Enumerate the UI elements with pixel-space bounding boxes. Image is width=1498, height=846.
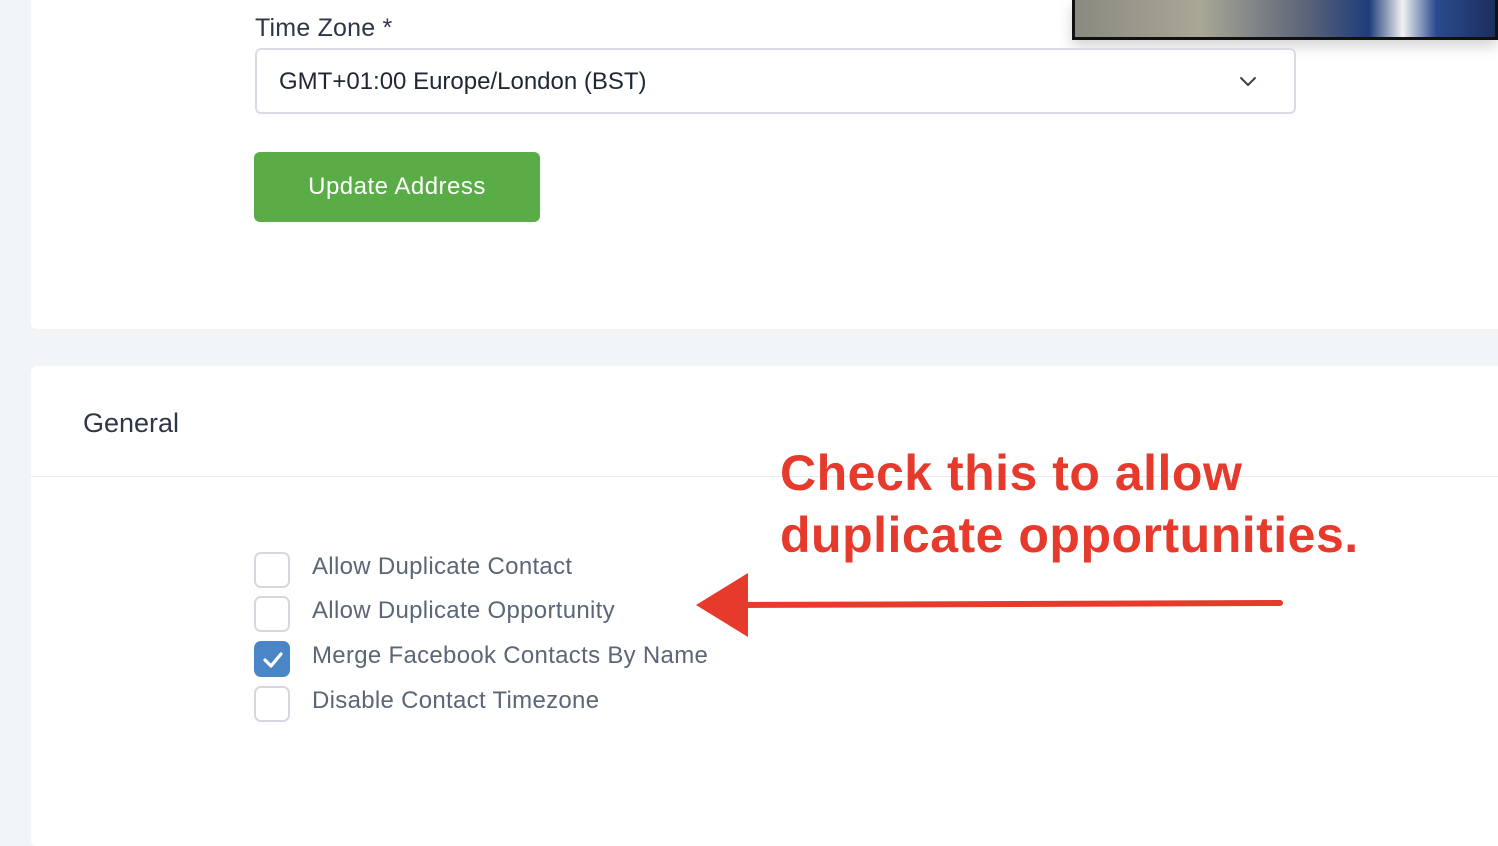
chevron-down-icon [1240, 77, 1256, 86]
allow-duplicate-opportunity-checkbox[interactable] [254, 596, 290, 632]
timezone-selected-value: GMT+01:00 Europe/London (BST) [279, 68, 647, 95]
allow-duplicate-opportunity-label: Allow Duplicate Opportunity [312, 597, 615, 624]
annotation-callout-text: Check this to allow duplicate opportunit… [780, 445, 1359, 563]
timezone-label: Time Zone * [255, 14, 393, 42]
checkmark-icon [263, 652, 283, 668]
allow-duplicate-contact-checkbox[interactable] [254, 552, 290, 588]
allow-duplicate-contact-label: Allow Duplicate Contact [312, 553, 573, 580]
merge-facebook-contacts-checkbox[interactable] [254, 641, 290, 677]
timezone-select[interactable]: GMT+01:00 Europe/London (BST) [255, 48, 1296, 114]
disable-contact-timezone-checkbox[interactable] [254, 686, 290, 722]
video-thumbnail [1072, 0, 1498, 40]
disable-contact-timezone-label: Disable Contact Timezone [312, 687, 600, 714]
merge-facebook-contacts-label: Merge Facebook Contacts By Name [312, 642, 709, 669]
annotation-arrow-icon [696, 573, 1283, 637]
update-address-button[interactable]: Update Address [254, 152, 540, 222]
general-section-title: General [83, 408, 180, 438]
